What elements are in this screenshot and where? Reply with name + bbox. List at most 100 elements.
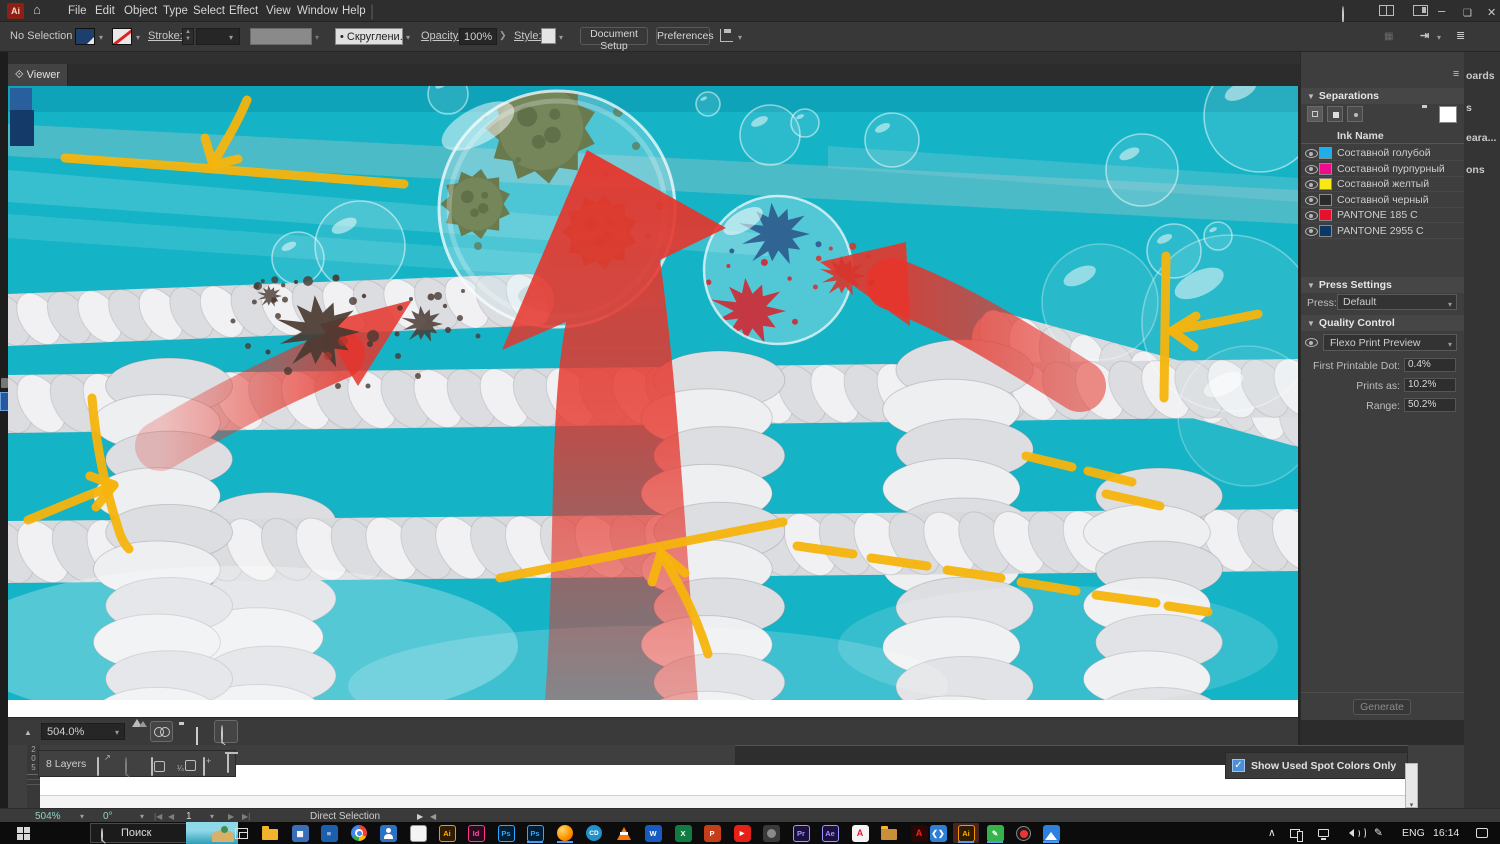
- panel-menu-icon[interactable]: ≡: [1453, 68, 1459, 80]
- volume-icon[interactable]: [1345, 822, 1366, 844]
- ink-visibility-icon[interactable]: [1305, 195, 1318, 205]
- notifications-icon[interactable]: [1476, 822, 1488, 844]
- preferences-button[interactable]: Preferences: [656, 27, 714, 45]
- illustrator-app-icon[interactable]: Ai: [7, 3, 24, 19]
- last-artboard-icon[interactable]: ▶|: [242, 812, 250, 821]
- taskbar-icon-coreldraw[interactable]: CD: [581, 823, 607, 843]
- start-button[interactable]: [10, 823, 36, 843]
- artboard-chevron-icon[interactable]: ▾: [210, 812, 214, 821]
- artboard-number-field[interactable]: 1: [186, 811, 192, 822]
- taskbar-icon-photoshop[interactable]: Ps: [493, 823, 519, 843]
- new-layer-icon[interactable]: +: [203, 756, 211, 776]
- menu-type[interactable]: Type: [161, 0, 190, 22]
- ink-row[interactable]: PANTONE 185 C: [1301, 208, 1465, 223]
- network-icon[interactable]: [1318, 822, 1329, 844]
- range-field[interactable]: 50.2%: [1404, 398, 1456, 412]
- clock[interactable]: 16:14: [1433, 822, 1459, 844]
- text-flow-chevron-icon[interactable]: ▾: [738, 33, 742, 42]
- status-rotation-value[interactable]: 0°: [103, 811, 113, 822]
- arrange-documents-icon[interactable]: [1379, 5, 1394, 16]
- dock-tab-layers[interactable]: s: [1466, 102, 1472, 114]
- tools-collapsed-icon[interactable]: [1, 378, 8, 388]
- separation-mode-all-icon[interactable]: [1307, 106, 1323, 122]
- canvas-area[interactable]: [0, 59, 1329, 783]
- width-profile-preview[interactable]: [250, 28, 312, 45]
- taskbar-icon-word[interactable]: W: [640, 823, 666, 843]
- width-profile-chevron-icon[interactable]: ▾: [315, 33, 319, 42]
- generate-button[interactable]: Generate: [1353, 699, 1411, 715]
- stroke-chevron-icon[interactable]: ▾: [136, 33, 140, 42]
- control-panel-menu-icon[interactable]: ≣: [1456, 29, 1465, 42]
- link-views-icon[interactable]: [150, 721, 173, 742]
- delete-layer-icon[interactable]: [227, 754, 229, 773]
- workspace-switcher-icon[interactable]: [1413, 5, 1428, 16]
- fill-color-swatch[interactable]: [75, 28, 95, 45]
- taskbar-icon-photos[interactable]: [1038, 823, 1064, 843]
- ink-row[interactable]: PANTONE 2955 C: [1301, 224, 1465, 239]
- phone-link-icon[interactable]: [1290, 822, 1303, 844]
- prints-as-field[interactable]: 10.2%: [1404, 378, 1456, 392]
- menu-help[interactable]: Help: [340, 0, 368, 22]
- menu-file[interactable]: File: [66, 0, 89, 22]
- taskbar-icon-notepad[interactable]: [405, 823, 431, 843]
- taskbar-icon-illustrator-active[interactable]: Ai: [953, 823, 979, 843]
- brush-definition-field[interactable]: • Скруглени...: [335, 28, 409, 45]
- status-zoom-value[interactable]: 504%: [35, 811, 61, 822]
- stroke-color-swatch[interactable]: [112, 28, 132, 45]
- taskbar-icon-excel[interactable]: X: [670, 823, 696, 843]
- ink-row[interactable]: Составной голубой: [1301, 146, 1465, 161]
- preview-mode-dropdown[interactable]: Flexo Print Preview ▾: [1323, 334, 1457, 351]
- dock-tab-actions[interactable]: ons: [1466, 164, 1485, 176]
- ink-visibility-icon[interactable]: [1305, 180, 1318, 189]
- duplicate-layer-icon[interactable]: [151, 757, 165, 776]
- menu-view[interactable]: View: [264, 0, 293, 22]
- home-icon[interactable]: ⌂: [33, 2, 41, 17]
- taskbar-icon-notes[interactable]: ✎: [982, 823, 1008, 843]
- opacity-field[interactable]: 100%: [459, 28, 497, 45]
- collapse-toolbar-icon[interactable]: ▲: [24, 728, 32, 737]
- menu-edit[interactable]: Edit: [93, 0, 117, 22]
- taskbar-icon-contacts[interactable]: [375, 823, 401, 843]
- taskbar-icon-file-explorer[interactable]: [257, 823, 283, 843]
- current-tool-label[interactable]: Direct Selection: [310, 811, 380, 822]
- status-collapse-icon[interactable]: ◀: [430, 812, 436, 821]
- pen-icon[interactable]: ✎: [1374, 822, 1383, 844]
- status-zoom-chevron-icon[interactable]: ▾: [80, 812, 84, 821]
- menu-object[interactable]: Object: [122, 0, 159, 22]
- menu-select[interactable]: Select: [191, 0, 227, 22]
- ink-row[interactable]: Составной желтый: [1301, 177, 1465, 192]
- taskbar-icon-task-view[interactable]: [228, 823, 254, 843]
- ink-visibility-icon[interactable]: [1305, 211, 1318, 220]
- taskbar-icon-calculator[interactable]: ▦: [287, 823, 313, 843]
- separation-mode-single-icon[interactable]: [1327, 106, 1343, 122]
- collect-layer-icon[interactable]: ¼: [177, 758, 196, 776]
- stroke-weight-chevron-icon[interactable]: ▾: [229, 33, 233, 42]
- tray-expand-icon[interactable]: ∧: [1268, 822, 1276, 844]
- horizontal-scrollbar[interactable]: [40, 795, 1406, 808]
- ink-visibility-icon[interactable]: [1305, 164, 1318, 174]
- taskbar-icon-chrome[interactable]: [346, 823, 372, 843]
- viewer-tab[interactable]: ⟐ Viewer: [8, 64, 68, 86]
- ink-visibility-icon[interactable]: [1305, 149, 1318, 158]
- press-settings-header[interactable]: ▼ Press Settings: [1301, 277, 1465, 293]
- taskbar-icon-screen-recorder[interactable]: [1010, 823, 1036, 843]
- press-dropdown[interactable]: Default ▾: [1337, 294, 1457, 310]
- style-label[interactable]: Style:: [514, 30, 542, 42]
- separations-header[interactable]: ▼ Separations: [1301, 88, 1465, 104]
- style-chevron-icon[interactable]: ▾: [559, 33, 563, 42]
- taskbar-icon-indesign[interactable]: Id: [463, 823, 489, 843]
- export-layer-icon[interactable]: ↗: [97, 753, 111, 776]
- fill-chevron-icon[interactable]: ▾: [99, 33, 103, 42]
- taskbar-icon-premiere[interactable]: Pr: [788, 823, 814, 843]
- opacity-spinner-icon[interactable]: ❯: [499, 30, 507, 41]
- taskbar-icon-vlc[interactable]: [611, 823, 637, 843]
- menu-window[interactable]: Window: [295, 0, 340, 22]
- taskbar-icon-illustrator[interactable]: Ai: [434, 823, 460, 843]
- text-flow-icon[interactable]: [720, 29, 733, 42]
- ink-visibility-icon[interactable]: [1305, 226, 1318, 236]
- minimize-button[interactable]: –: [1438, 0, 1445, 22]
- taskbar-icon-photoshop-2[interactable]: Ps: [522, 823, 548, 843]
- close-button[interactable]: ✕: [1487, 2, 1496, 24]
- taskbar-icon-firefox[interactable]: [552, 823, 578, 843]
- next-artboard-icon[interactable]: ▶: [228, 812, 234, 821]
